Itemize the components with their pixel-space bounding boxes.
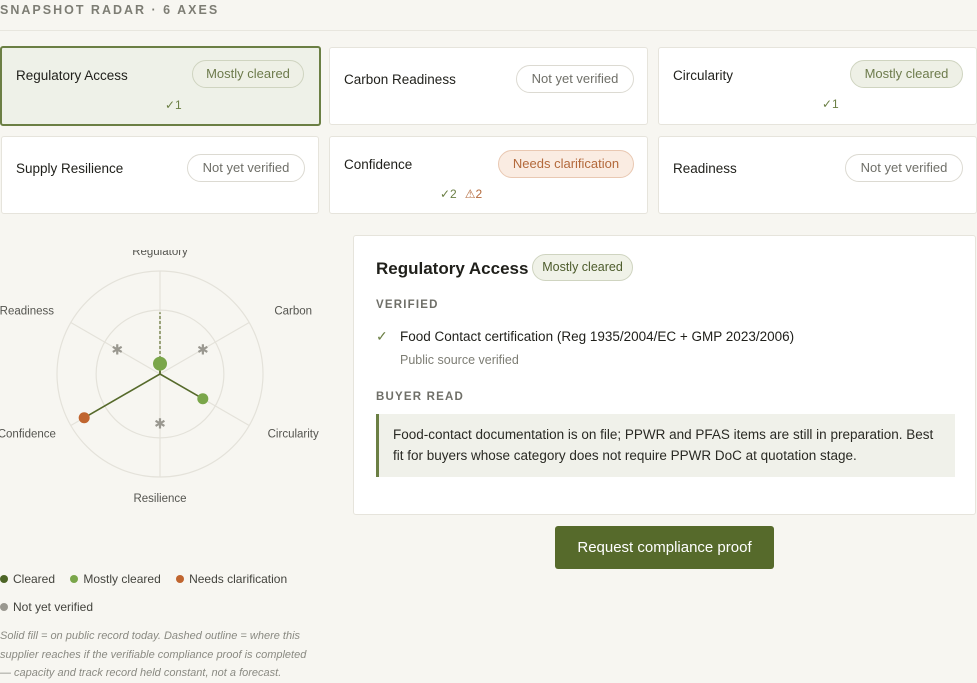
status-badge: Needs clarification — [498, 150, 634, 178]
card-carbon-readiness[interactable]: Carbon Readiness Not yet verified — [329, 47, 648, 125]
card-label: Readiness — [673, 161, 737, 176]
verified-heading: VERIFIED — [376, 299, 439, 311]
legend-item-cleared: Cleared — [0, 572, 55, 586]
legend-item-mostly-cleared: Mostly cleared — [70, 572, 161, 586]
evidence-counts: ✓1 — [165, 98, 182, 112]
card-confidence[interactable]: Confidence Needs clarification ✓2 ⚠2 — [329, 136, 648, 214]
request-compliance-proof-button[interactable]: Request compliance proof — [555, 526, 774, 569]
verified-item-title: Food Contact certification (Reg 1935/200… — [400, 329, 795, 344]
buyer-read-heading: BUYER READ — [376, 391, 465, 403]
card-circularity[interactable]: Circularity Mostly cleared ✓1 — [658, 47, 977, 125]
radar-axis-label: Readiness — [0, 306, 54, 318]
radar-chart: ✱ ✱ ✱ Regulatory Carbon Circularity Resilience… — [0, 250, 319, 505]
status-badge: Not yet verified — [187, 154, 305, 182]
check-icon: ✓ — [376, 328, 388, 344]
radar-axis-label: Regulatory — [132, 250, 188, 258]
radar-point — [78, 412, 90, 424]
buyer-read-text: Food-contact documentation is on file; P… — [376, 414, 955, 477]
card-supply-resilience[interactable]: Supply Resilience Not yet verified — [1, 136, 319, 214]
status-badge: Not yet verified — [516, 65, 634, 93]
radar-point-unverified: ✱ — [197, 341, 209, 357]
section-title: SNAPSHOT RADAR · 6 AXES — [0, 3, 220, 17]
card-label: Confidence — [344, 157, 413, 172]
card-label: Regulatory Access — [16, 68, 128, 83]
radar-point-unverified: ✱ — [111, 341, 123, 357]
radar-filled-area — [83, 363, 204, 419]
radar-axis-label: Carbon — [274, 306, 312, 318]
legend-item-needs-clarification: Needs clarification — [176, 572, 287, 586]
status-badge: Mostly cleared — [850, 60, 963, 88]
legend-dot — [70, 574, 79, 583]
evidence-counts: ✓2 ⚠2 — [440, 187, 482, 201]
detail-status-badge: Mostly cleared — [532, 254, 633, 281]
radar-axis-label: Confidence — [0, 429, 56, 441]
legend: Cleared Mostly cleared Needs clarificati… — [0, 572, 330, 628]
legend-dot — [0, 574, 8, 583]
legend-dot — [176, 574, 185, 583]
status-badge: Mostly cleared — [192, 60, 304, 88]
evidence-counts: ✓1 — [822, 97, 839, 111]
card-readiness[interactable]: Readiness Not yet verified — [658, 136, 977, 214]
radar-footnote: Solid fill = on public record today. Das… — [0, 630, 307, 679]
detail-panel: Regulatory Access Mostly cleared VERIFIE… — [353, 235, 976, 515]
verified-count: ✓1 — [822, 97, 839, 111]
radar-point — [197, 393, 209, 405]
radar-axis-label: Resilience — [133, 493, 186, 505]
radar-axis-label: Circularity — [268, 429, 319, 441]
legend-dot — [0, 602, 8, 611]
title-divider — [0, 30, 977, 31]
legend-item-not-yet-verified: Not yet verified — [0, 600, 93, 614]
verified-item-source: Public source verified — [400, 353, 519, 367]
radar-point — [153, 356, 167, 371]
detail-title: Regulatory Access — [376, 259, 529, 278]
card-regulatory-access[interactable]: Regulatory Access Mostly cleared ✓1 — [0, 46, 321, 126]
status-badge: Not yet verified — [845, 154, 963, 182]
warning-count: ⚠2 — [464, 187, 483, 201]
verified-count: ✓2 — [440, 187, 457, 201]
verified-count: ✓1 — [165, 98, 182, 112]
card-label: Circularity — [673, 68, 734, 83]
radar-point-unverified: ✱ — [154, 415, 166, 431]
card-label: Carbon Readiness — [344, 72, 456, 87]
card-label: Supply Resilience — [16, 161, 124, 176]
